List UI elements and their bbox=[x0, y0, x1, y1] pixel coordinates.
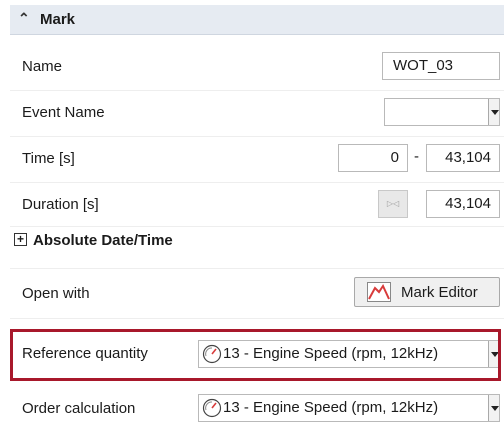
order-calculation-label: Order calculation bbox=[22, 400, 136, 417]
chart-curve-icon bbox=[367, 282, 391, 302]
name-input[interactable]: WOT_03 bbox=[382, 52, 500, 80]
order-calculation-dropdown[interactable]: 13 - Engine Speed (rpm, 12kHz) bbox=[198, 394, 500, 422]
time-start-value: 0 bbox=[390, 149, 399, 166]
row-divider bbox=[10, 136, 504, 137]
expand-plus-icon[interactable]: + bbox=[14, 233, 27, 246]
row-divider bbox=[10, 268, 504, 269]
mark-editor-button[interactable]: Mark Editor bbox=[354, 277, 500, 307]
row-divider bbox=[10, 90, 504, 91]
mark-properties-panel: ⌃ Mark Name WOT_03 Event Name Time [s] 0… bbox=[0, 0, 504, 422]
event-name-label: Event Name bbox=[22, 104, 105, 121]
highlight-box bbox=[10, 329, 501, 381]
time-separator: - bbox=[414, 148, 419, 165]
time-label: Time [s] bbox=[22, 150, 75, 167]
name-label: Name bbox=[22, 58, 63, 75]
mark-editor-button-label: Mark Editor bbox=[401, 284, 478, 301]
name-value: WOT_03 bbox=[393, 57, 454, 74]
duration-input[interactable]: 43,104 bbox=[426, 190, 500, 218]
duration-label: Duration [s] bbox=[22, 196, 99, 213]
chevron-down-icon[interactable] bbox=[488, 395, 499, 421]
speedometer-icon bbox=[202, 398, 222, 418]
absolute-datetime-label[interactable]: Absolute Date/Time bbox=[33, 232, 173, 249]
time-end-value: 43,104 bbox=[445, 149, 491, 166]
open-with-label: Open with bbox=[22, 285, 90, 302]
event-name-dropdown[interactable] bbox=[384, 98, 500, 126]
time-end-input[interactable]: 43,104 bbox=[426, 144, 500, 172]
fit-duration-icon[interactable]: ▷◁ bbox=[378, 190, 408, 218]
chevron-down-icon[interactable] bbox=[488, 99, 499, 125]
row-divider bbox=[10, 226, 504, 227]
section-header-mark[interactable]: ⌃ Mark bbox=[10, 5, 504, 35]
chevron-up-icon[interactable]: ⌃ bbox=[18, 10, 30, 27]
section-title: Mark bbox=[40, 11, 76, 28]
time-start-input[interactable]: 0 bbox=[338, 144, 408, 172]
duration-value: 43,104 bbox=[445, 195, 491, 212]
row-divider bbox=[10, 182, 504, 183]
row-divider bbox=[10, 318, 504, 319]
